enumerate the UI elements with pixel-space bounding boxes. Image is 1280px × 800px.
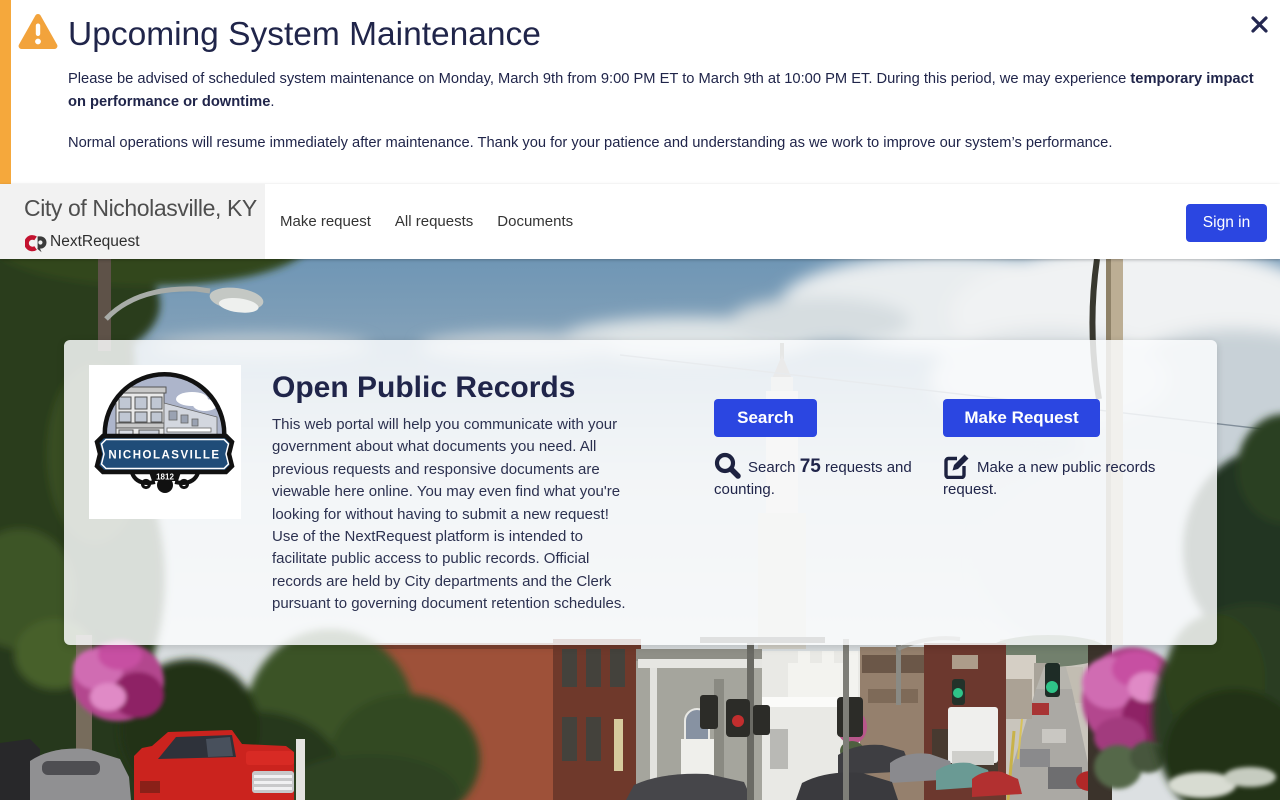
svg-text:1812: 1812 [156, 473, 174, 482]
svg-text:NICHOLASVILLE: NICHOLASVILLE [108, 450, 220, 462]
